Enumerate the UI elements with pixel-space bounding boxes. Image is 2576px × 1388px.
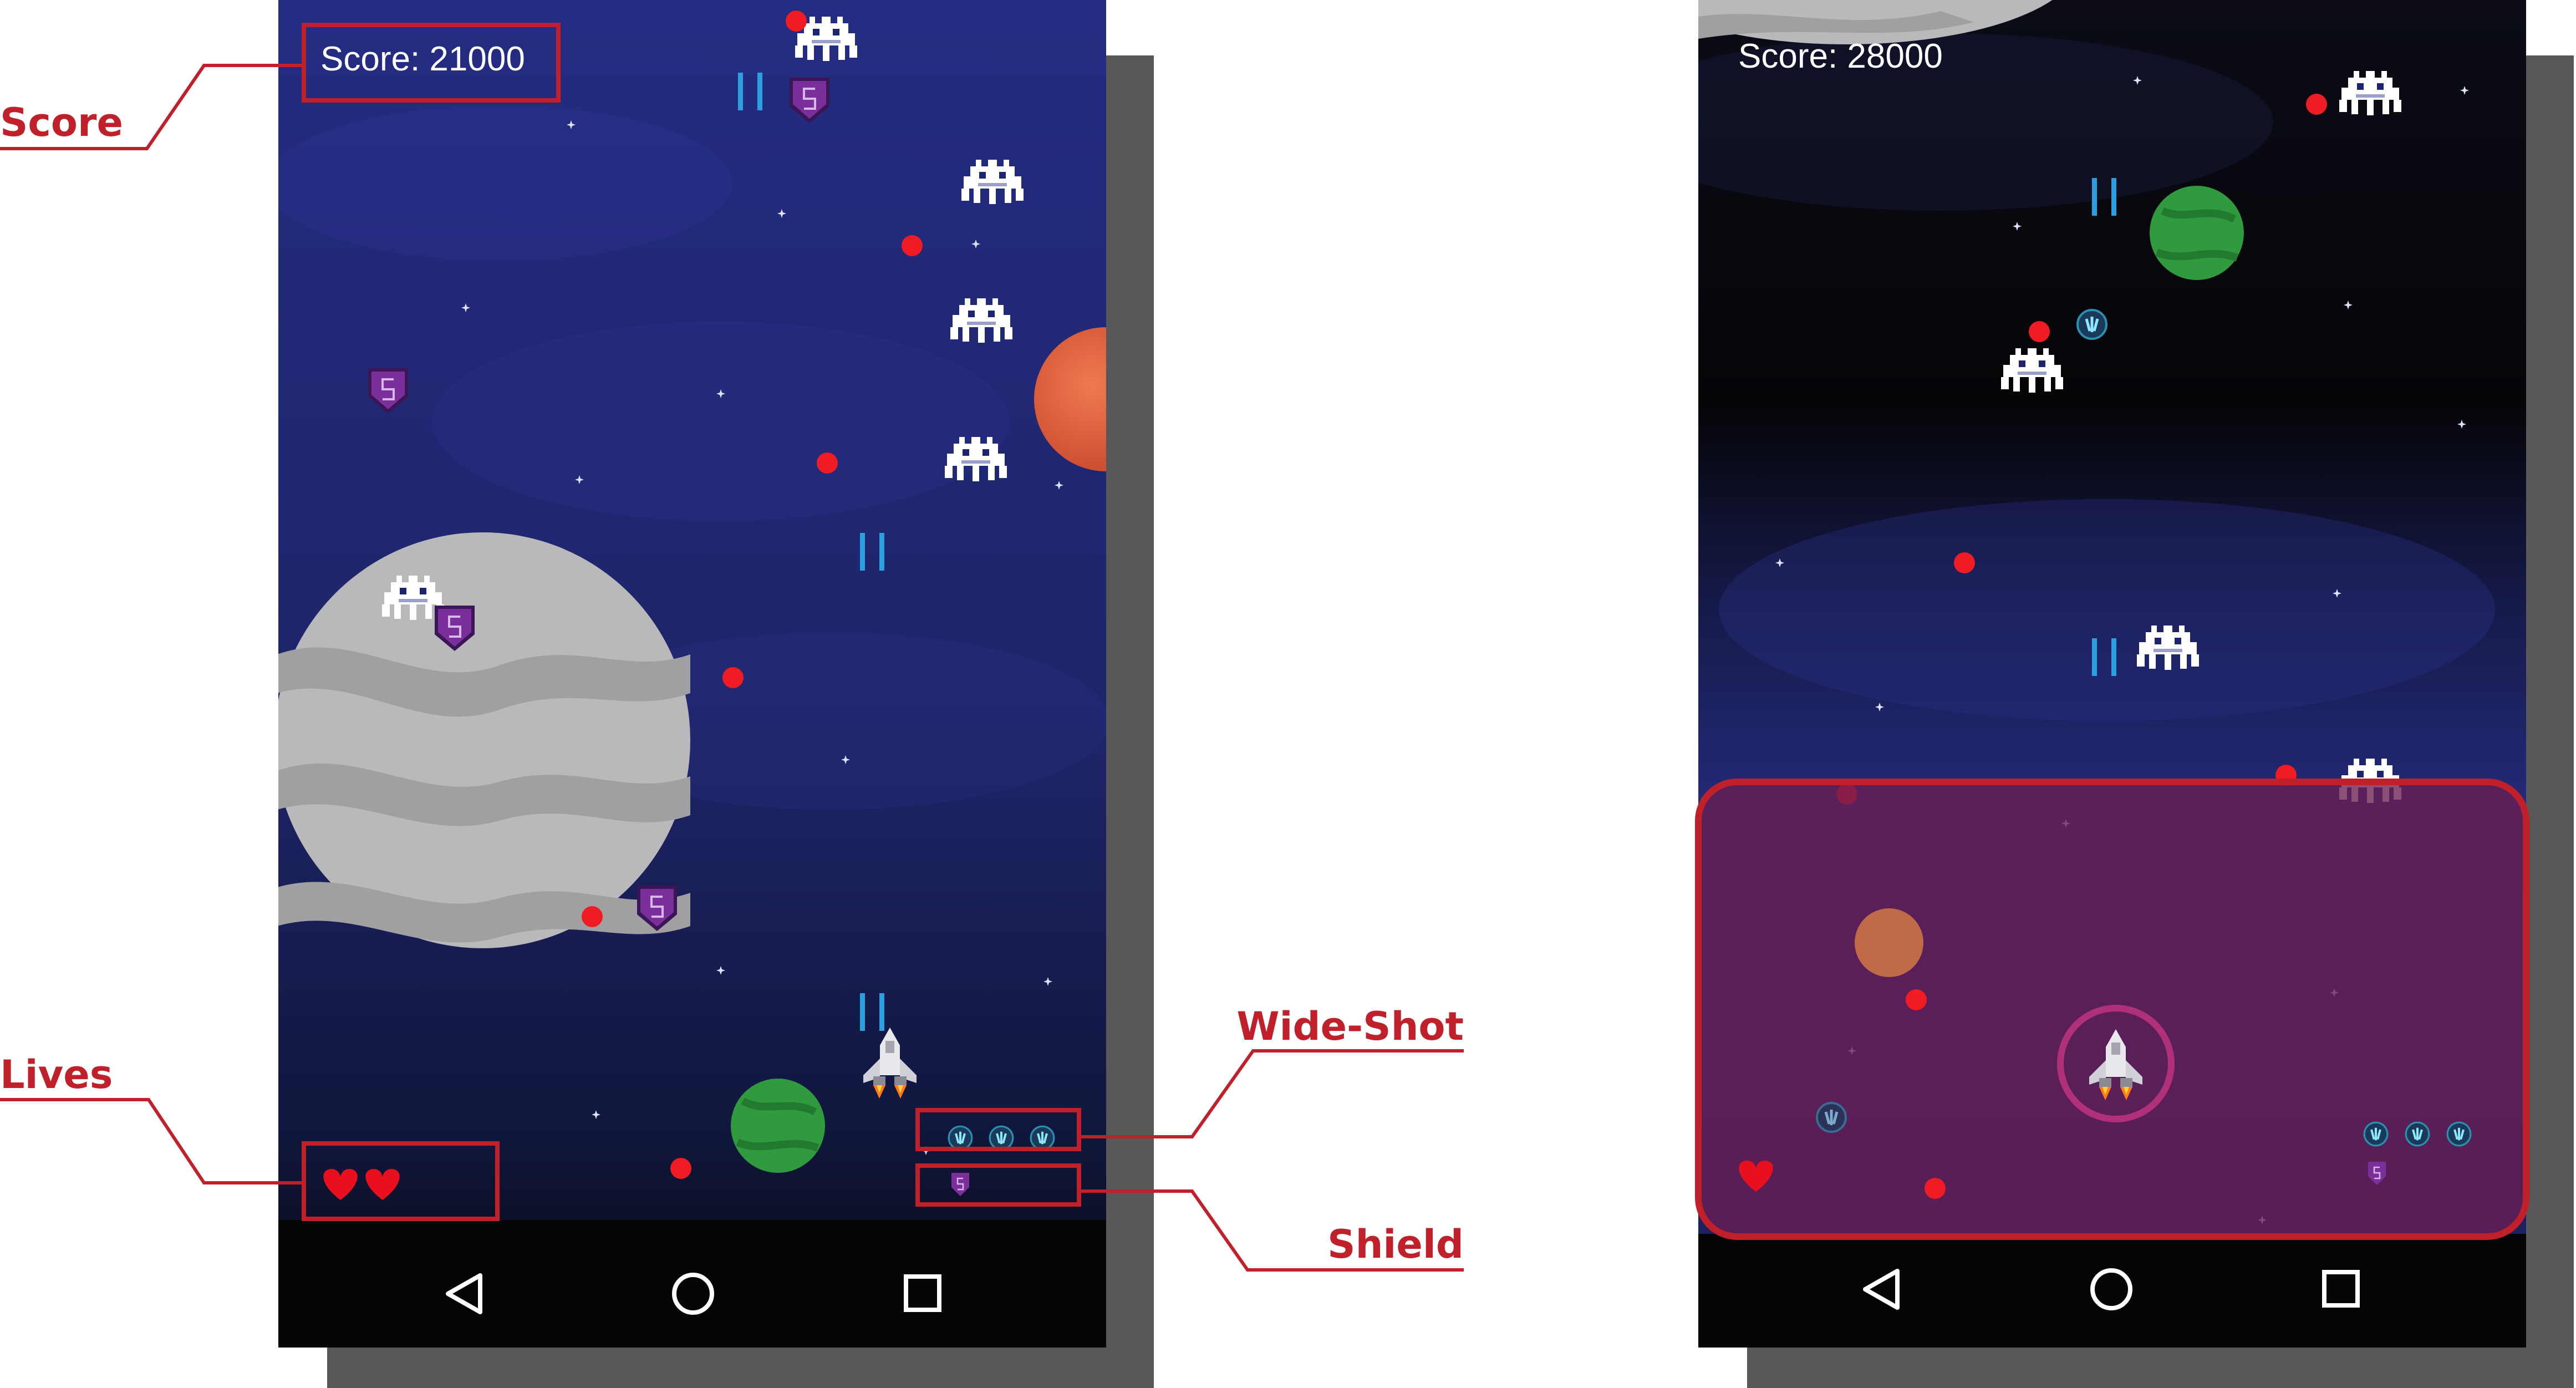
score-text-right: Score: 28000: [1738, 37, 1943, 75]
mars-planet: [1855, 908, 1923, 977]
wide-shot-indicator-right: [2364, 1122, 2471, 1146]
right-phone: Score: 28000: [1695, 0, 2574, 1388]
wide-shot-indicator-left: [949, 1126, 1054, 1150]
left-phone: Score: 21000: [278, 0, 1154, 1388]
score-callout: Score: [0, 64, 304, 150]
shield-label: Shield: [1327, 1222, 1464, 1267]
wide-shot-powerup: [1817, 1103, 1846, 1132]
score-text-left: Score: 21000: [320, 40, 525, 78]
wide-shot-label: Wide-Shot: [1236, 1004, 1464, 1049]
wide-shot-powerup: [2078, 310, 2106, 339]
green-planet: [731, 1079, 825, 1173]
score-label: Score: [0, 100, 123, 145]
green-planet: [2150, 186, 2244, 280]
mars-planet: [1034, 327, 1106, 471]
lives-label: Lives: [0, 1052, 113, 1097]
gray-planet: [278, 532, 690, 948]
lives-callout: Lives: [0, 1052, 304, 1184]
